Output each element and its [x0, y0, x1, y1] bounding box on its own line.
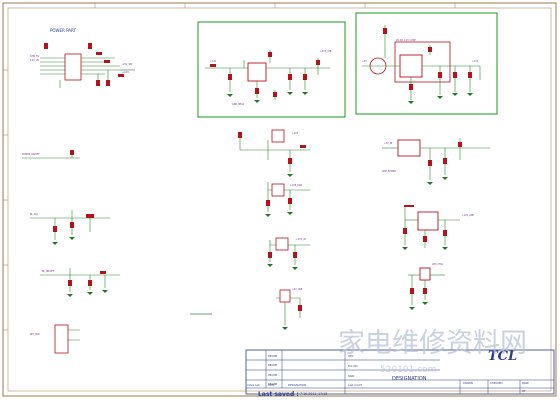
schematic-sheet: POWER PART STB_5V12V_IN +5V_SB +12V +12V+3… [2, 2, 557, 398]
power-part-section: POWER PART STB_5V12V_IN +5V_SB +12V [30, 28, 135, 88]
right-ic-1 [397, 139, 421, 157]
power-part-components [44, 43, 124, 86]
ldo-ic-3 [275, 237, 289, 251]
designation-label: DESIGNATION [392, 376, 427, 382]
svg-text:+12V: +12V [210, 60, 217, 63]
rev-row-2: RB-MM [268, 363, 277, 367]
page-label: PAGE [522, 381, 529, 385]
drawn-label: DRAWN [463, 381, 473, 385]
right-ic-3 [419, 267, 431, 281]
svg-text:+12V: +12V [122, 70, 129, 74]
middle-regulators: +2V5 +1V8_DDR +3V3_AV +5V_USB [190, 129, 310, 330]
ldo-ic-4 [279, 289, 291, 303]
svg-text:STB_5V: STB_5V [30, 54, 40, 58]
right-ic-2 [417, 211, 439, 231]
left-circuits: POWER_ON/OFF BL_ADJ BL_ON/OFF KEY_PAD [22, 150, 120, 354]
svg-text:+1V8_DDR: +1V8_DDR [290, 184, 303, 187]
rev-row-3: RB-MM [268, 373, 277, 377]
svg-text:GND_REG1: GND_REG1 [232, 103, 245, 106]
svg-text:+12V_AMP: +12V_AMP [462, 214, 475, 217]
section-title: POWER PART [50, 28, 76, 33]
tcl-no-label: TCL NO. [348, 364, 358, 368]
svg-text:+5V_USB: +5V_USB [292, 288, 303, 291]
watermark-latin: 520101.com [380, 365, 436, 375]
last-saved-value: 7-19-2011_17:18 [300, 392, 327, 396]
regulator-box-2 [355, 12, 498, 115]
svg-text:+5V: +5V [362, 60, 367, 63]
watermark: 家电维修资料网 520101.com [338, 328, 527, 375]
right-circuits: +5V_IN AMP_POWER +12V_AMP LED_CTRL [382, 138, 490, 310]
regulator-2-circuit: DC-DC 1.2V CORE +1V2 +5V [362, 25, 481, 104]
power-part-wires [40, 57, 135, 88]
svg-text:+5V_SB: +5V_SB [122, 62, 132, 66]
power-connector-ic [64, 53, 82, 81]
last-modif-label: Last modif [348, 383, 362, 387]
svg-text:DC-DC 1.2V CORE: DC-DC 1.2V CORE [396, 39, 416, 42]
svg-text:12V_IN: 12V_IN [30, 58, 39, 62]
regulator-1-ic [247, 62, 267, 82]
index-lab-label: Index Lab [247, 383, 260, 387]
of-label: OF [522, 389, 526, 393]
rev-row-1: RB-MM [268, 354, 277, 358]
date-label: DATE [268, 383, 275, 387]
checked-label: CHECKED [490, 381, 503, 385]
svg-text:+5V_IN: +5V_IN [384, 142, 392, 145]
last-saved-label: Last saved : [258, 391, 299, 398]
ldo-ic-2 [271, 183, 285, 197]
svg-text:KEY_PAD: KEY_PAD [30, 333, 40, 336]
svg-text:+3V3_AV: +3V3_AV [296, 238, 307, 241]
ldo-ic-1 [271, 129, 285, 143]
regulator-box-1 [197, 21, 346, 118]
watermark-chinese: 家电维修资料网 [338, 328, 527, 359]
svg-text:BL_ADJ: BL_ADJ [30, 213, 38, 216]
svg-text:POWER_ON/OFF: POWER_ON/OFF [22, 153, 40, 156]
connector-block [54, 324, 69, 354]
svg-text:BL_ON/OFF: BL_ON/OFF [42, 270, 55, 273]
svg-text:AMP_POWER: AMP_POWER [382, 170, 396, 173]
regulator-2-ic [399, 54, 423, 78]
svg-text:+1V2: +1V2 [472, 60, 479, 63]
svg-text:+3V3_STB: +3V3_STB [320, 50, 332, 53]
designation-short-label: DESIGNATION [288, 383, 306, 387]
regulator-1-circuit: +12V +3V3_STB GND_REG1 [205, 50, 332, 106]
sign-label: SIGN [348, 374, 354, 378]
svg-text:+2V5: +2V5 [292, 132, 299, 135]
svg-text:LED_CTRL: LED_CTRL [432, 263, 444, 266]
